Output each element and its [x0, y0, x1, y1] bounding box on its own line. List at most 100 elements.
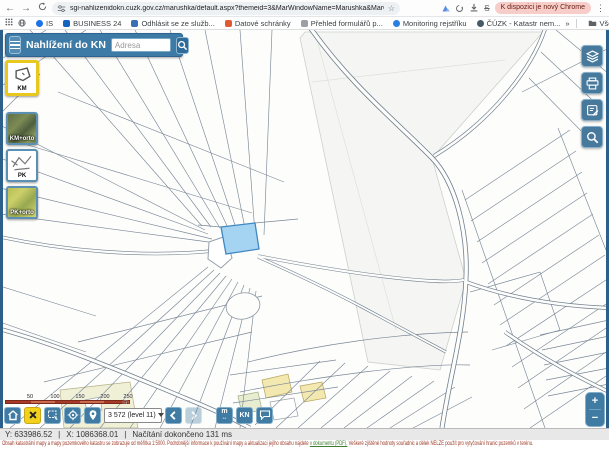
- location-pin-icon: [87, 409, 99, 421]
- target-icon: [67, 409, 79, 421]
- disclaimer-pdf-link[interactable]: v dokumentu (PDF).: [310, 441, 348, 447]
- scale-tick-label: 50: [27, 394, 33, 400]
- chevron-right-icon: [188, 410, 199, 421]
- viewport-frame-left: [0, 30, 3, 428]
- bookmark-item[interactable]: BUSINESS 24: [58, 19, 126, 28]
- select-area-button[interactable]: [44, 407, 61, 424]
- apps-grid-icon[interactable]: [5, 18, 13, 28]
- close-tool-button[interactable]: [24, 407, 41, 424]
- disclaimer-bar: Obsah katastrální mapy a mapy pozemkovéh…: [0, 440, 609, 449]
- bookmark-item[interactable]: Odhlásit se ze služb...: [126, 19, 219, 28]
- bookmark-item[interactable]: Datové schránky: [220, 19, 296, 28]
- browser-reload-button[interactable]: [36, 0, 48, 17]
- browser-forward-button[interactable]: →: [20, 0, 32, 17]
- browser-toolbar: ← → sgi-nahlizenidokn.cuzk.gov.cz/marush…: [0, 0, 609, 17]
- note-edit-icon: [586, 104, 599, 117]
- large-parcel: [300, 32, 543, 370]
- browser-menu-button[interactable]: ⋮: [596, 3, 605, 14]
- measure-label: m: [221, 408, 227, 415]
- bookmark-favicon: [131, 20, 138, 27]
- bookmarks-overflow-button[interactable]: »: [565, 19, 569, 28]
- bookmark-item[interactable]: IS: [31, 19, 58, 28]
- layer-label: PK+orto: [8, 210, 36, 217]
- reload-icon: [38, 2, 47, 11]
- history-forward-button[interactable]: [185, 407, 202, 424]
- scale-tick-label: 150: [75, 394, 84, 400]
- bookmark-label: ČÚZK - Katastr nem...: [487, 19, 561, 28]
- bookmarks-bar: IS BUSINESS 24 Odhlásit se ze služb... D…: [0, 17, 609, 30]
- map-viewport: Nahlížení do KN KM KM+orto PK PK+orto: [0, 30, 609, 428]
- scale-bar-segments: [5, 400, 130, 404]
- separator: |: [58, 430, 60, 439]
- selected-parcel[interactable]: [221, 223, 259, 254]
- zoom-control: + −: [585, 392, 605, 427]
- magnifier-icon: [586, 131, 599, 144]
- measure-arrow-icon: ↔: [221, 415, 227, 421]
- extension-icon[interactable]: [441, 4, 450, 13]
- bookmark-label: IS: [46, 19, 53, 28]
- bookmark-globe[interactable]: [13, 19, 31, 27]
- scale-bar: 50 100 150 200 250 m: [5, 394, 135, 404]
- sync-icon[interactable]: [455, 4, 464, 13]
- dropdown-caret-icon: [158, 413, 164, 417]
- download-icon[interactable]: [469, 3, 479, 13]
- layer-button-km[interactable]: KM: [5, 60, 39, 96]
- bookmark-label: Datové schránky: [235, 19, 291, 28]
- bookmark-label: Odhlásit se ze služb...: [141, 19, 214, 28]
- print-button[interactable]: [581, 72, 603, 94]
- kn-info-button[interactable]: KN: [236, 407, 253, 424]
- site-settings-icon[interactable]: [57, 4, 66, 13]
- coordinate-x: X: 1086368.01: [66, 430, 118, 439]
- chrome-update-pill[interactable]: K dispozici je nový Chrome: [495, 2, 591, 14]
- layer-button-pk[interactable]: PK: [6, 149, 38, 182]
- bookmark-favicon: [393, 20, 400, 27]
- scale-tick-label: 200: [100, 394, 109, 400]
- menu-button[interactable]: [9, 36, 21, 54]
- feedback-button[interactable]: [256, 407, 273, 424]
- locate-button[interactable]: [64, 407, 81, 424]
- address-search-input[interactable]: [111, 38, 171, 52]
- measure-button[interactable]: m↔: [216, 407, 233, 424]
- notes-button[interactable]: [581, 99, 603, 121]
- speech-bubble-icon: [259, 409, 271, 421]
- road-fills: [0, 30, 609, 428]
- scale-tick-label: 100: [50, 394, 59, 400]
- search-button[interactable]: [176, 37, 189, 54]
- coordinate-y: Y: 633986.52: [5, 430, 52, 439]
- history-back-button[interactable]: [165, 407, 182, 424]
- layer-button-pk-orto[interactable]: PK+orto: [6, 186, 38, 219]
- app-title: Nahlížení do KN: [26, 39, 106, 51]
- blocker-icon[interactable]: S: [484, 4, 489, 13]
- bookmark-label: Monitoring rejstříku: [403, 19, 467, 28]
- printer-icon: [586, 77, 599, 90]
- address-bar[interactable]: sgi-nahlizenidokn.cuzk.gov.cz/marushka/d…: [52, 2, 400, 15]
- bookmark-item[interactable]: Přehled formulářů p...: [296, 19, 388, 28]
- bookmark-favicon: [301, 20, 308, 27]
- map-canvas[interactable]: [0, 30, 609, 428]
- disclaimer-warning: Veškeré zjištěné hodnoty souřadnic a dél…: [347, 441, 533, 447]
- zoom-out-button[interactable]: −: [586, 410, 604, 426]
- all-bookmarks-button[interactable]: Všechny záložky: [583, 19, 609, 28]
- layer-label: PK: [8, 173, 36, 180]
- zoom-search-button[interactable]: [581, 126, 603, 148]
- pin-button[interactable]: [84, 407, 101, 424]
- status-bar: Y: 633986.52 | X: 1086368.01 | Načítání …: [0, 428, 609, 440]
- browser-actions: S K dispozici je nový Chrome ⋮: [441, 2, 605, 14]
- scale-select[interactable]: 3 572 (level 11): [104, 408, 162, 423]
- url-text[interactable]: sgi-nahlizenidokn.cuzk.gov.cz/marushka/d…: [70, 5, 384, 12]
- layer-button-km-orto[interactable]: KM+orto: [6, 112, 38, 145]
- parcel-lines: [0, 30, 609, 428]
- bookmark-star-icon[interactable]: ☆: [388, 2, 395, 15]
- divider: [576, 19, 577, 28]
- browser-back-button[interactable]: ←: [4, 0, 16, 17]
- bookmark-favicon: [477, 20, 484, 27]
- home-button[interactable]: [4, 407, 21, 424]
- bottom-toolbar: 3 572 (level 11) m↔ KN: [4, 406, 273, 424]
- zoom-in-button[interactable]: +: [586, 393, 604, 409]
- load-status: Načítání dokončeno 131 ms: [132, 430, 232, 439]
- bookmark-item[interactable]: Monitoring rejstříku: [388, 19, 472, 28]
- bookmark-item[interactable]: ČÚZK - Katastr nem...: [472, 19, 566, 28]
- layers-button[interactable]: [581, 45, 603, 67]
- road-casings: [0, 30, 609, 428]
- folder-icon: [588, 19, 597, 27]
